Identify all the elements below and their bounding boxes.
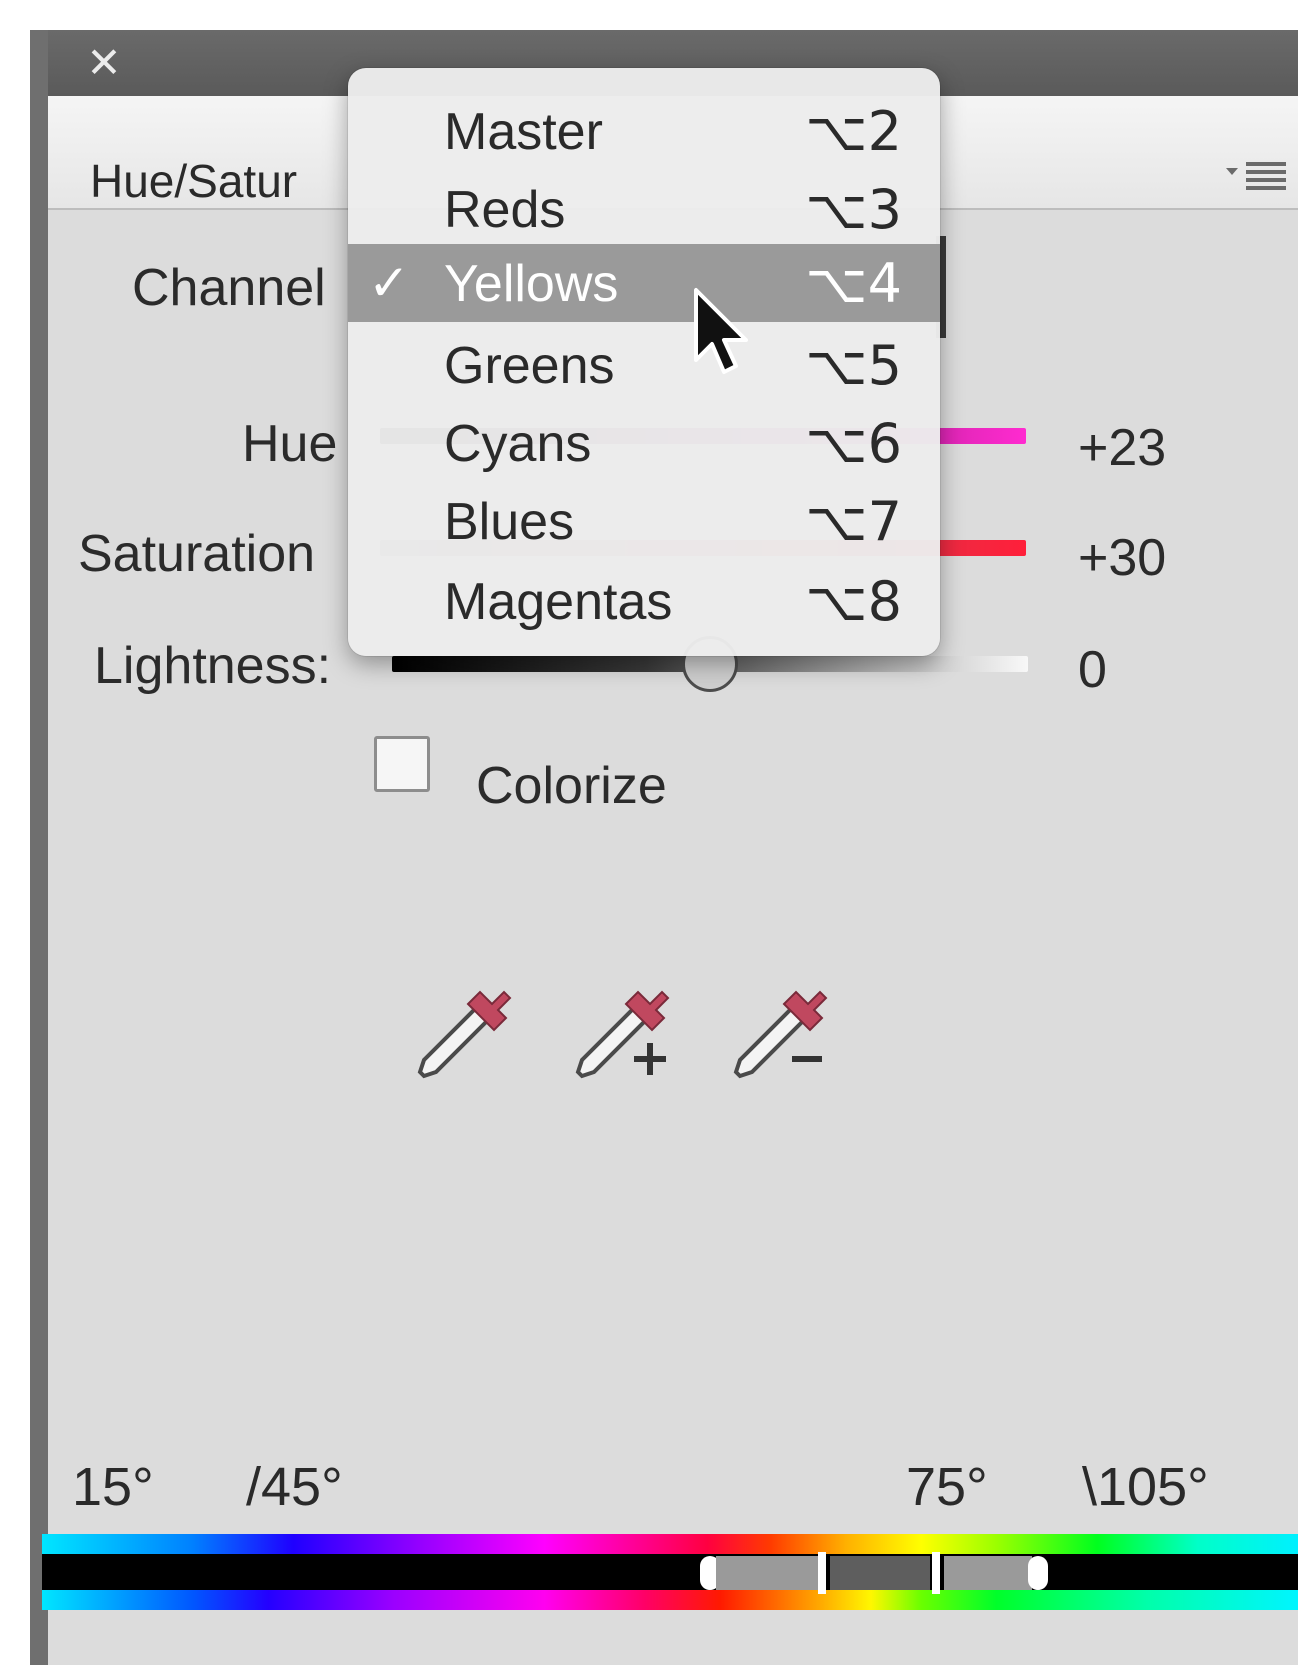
bottom-color-bar	[42, 1590, 1298, 1610]
hue-label: Hue	[242, 415, 338, 473]
menu-item-shortcut: ⌥5	[805, 334, 902, 397]
menu-item-label: Master	[444, 103, 603, 161]
range-label-start: 15°	[72, 1457, 154, 1517]
menu-item-shortcut: ⌥2	[805, 100, 902, 163]
close-icon[interactable]: ✕	[84, 38, 124, 88]
menu-item-shortcut: ⌥8	[805, 570, 902, 633]
menu-item-shortcut: ⌥6	[805, 412, 902, 475]
range-falloff-left[interactable]	[716, 1556, 818, 1590]
range-core[interactable]	[830, 1556, 930, 1590]
menu-item-label: Reds	[444, 181, 566, 239]
menu-item-label: Cyans	[444, 415, 592, 473]
lightness-value[interactable]: 0	[1078, 640, 1107, 700]
menu-item-master[interactable]: Master ⌥2	[348, 92, 940, 166]
eyedropper-icon[interactable]	[410, 976, 520, 1086]
range-label-end: \105°	[1082, 1457, 1209, 1517]
channel-label: Channel	[132, 259, 326, 317]
range-handle-inner-right[interactable]	[932, 1552, 940, 1594]
menu-item-reds[interactable]: Reds ⌥3	[348, 170, 940, 244]
saturation-label: Saturation	[78, 525, 316, 583]
range-label-inner-start: /45°	[246, 1457, 343, 1517]
lightness-label: Lightness:	[94, 637, 332, 695]
range-label-inner-end: 75°	[906, 1457, 988, 1517]
hue-value[interactable]: +23	[1078, 418, 1166, 478]
checkmark-icon: ✓	[368, 255, 410, 311]
menu-item-label: Magentas	[444, 573, 673, 631]
menu-item-shortcut: ⌥7	[805, 490, 902, 553]
range-handle-inner-left[interactable]	[818, 1552, 826, 1594]
menu-item-shortcut: ⌥3	[805, 178, 902, 241]
colorize-checkbox[interactable]	[374, 736, 430, 792]
range-handle-right[interactable]	[1028, 1556, 1048, 1590]
range-track	[42, 1554, 1298, 1592]
menu-item-greens[interactable]: Greens ⌥5	[348, 326, 940, 400]
saturation-value[interactable]: +30	[1078, 528, 1166, 588]
menu-item-label: Blues	[444, 493, 575, 551]
eyedropper-minus-icon[interactable]	[726, 976, 836, 1086]
menu-item-yellows[interactable]: ✓ Yellows ⌥4	[348, 244, 940, 322]
menu-item-magentas[interactable]: Magentas ⌥8	[348, 562, 940, 636]
colorize-label[interactable]: Colorize	[476, 756, 667, 816]
menu-item-cyans[interactable]: Cyans ⌥6	[348, 404, 940, 478]
range-falloff-right[interactable]	[944, 1556, 1032, 1590]
menu-item-blues[interactable]: Blues ⌥7	[348, 482, 940, 556]
panel-menu-icon[interactable]	[1224, 156, 1294, 196]
menu-item-label: Greens	[444, 337, 615, 395]
top-color-bar	[42, 1534, 1298, 1554]
menu-item-label: Yellows	[444, 255, 619, 313]
mouse-cursor-icon	[694, 288, 748, 374]
channel-dropdown-menu: Master ⌥2 Reds ⌥3 ✓ Yellows ⌥4 Greens ⌥5…	[348, 68, 940, 656]
eyedropper-plus-icon[interactable]	[568, 976, 678, 1086]
panel-tab-title[interactable]: Hue/Satur	[90, 154, 297, 208]
menu-item-shortcut: ⌥4	[805, 252, 902, 315]
